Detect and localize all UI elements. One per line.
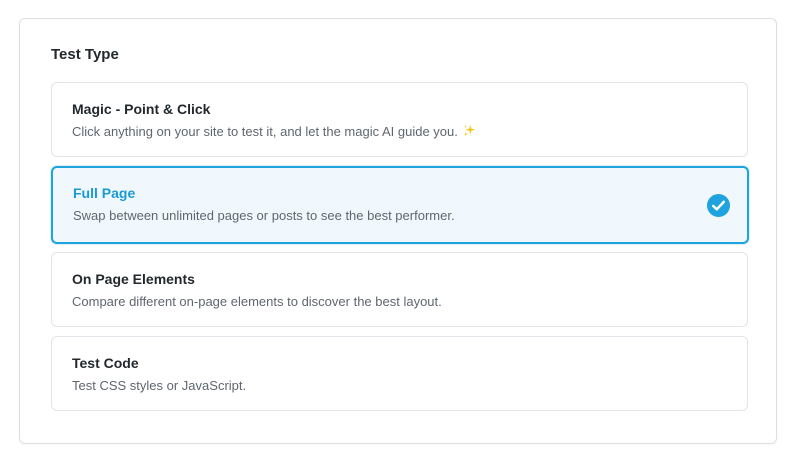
test-type-panel: Test Type Magic - Point & Click Click an… <box>19 18 777 444</box>
check-circle-icon <box>707 194 730 217</box>
option-magic-point-click[interactable]: Magic - Point & Click Click anything on … <box>51 82 748 157</box>
section-title: Test Type <box>51 46 119 63</box>
option-test-code[interactable]: Test Code Test CSS styles or JavaScript. <box>51 336 748 411</box>
option-title: Test Code <box>72 355 139 371</box>
option-title: On Page Elements <box>72 271 195 287</box>
option-description: Compare different on-page elements to di… <box>72 294 442 309</box>
option-description: Test CSS styles or JavaScript. <box>72 378 247 393</box>
option-on-page-elements[interactable]: On Page Elements Compare different on-pa… <box>51 252 748 327</box>
option-description: Click anything on your site to test it, … <box>72 124 476 139</box>
option-title: Magic - Point & Click <box>72 101 211 117</box>
sparkle-icon <box>463 124 476 137</box>
option-description: Swap between unlimited pages or posts to… <box>73 208 455 223</box>
option-full-page[interactable]: Full Page Swap between unlimited pages o… <box>51 166 749 244</box>
option-title: Full Page <box>73 185 136 201</box>
